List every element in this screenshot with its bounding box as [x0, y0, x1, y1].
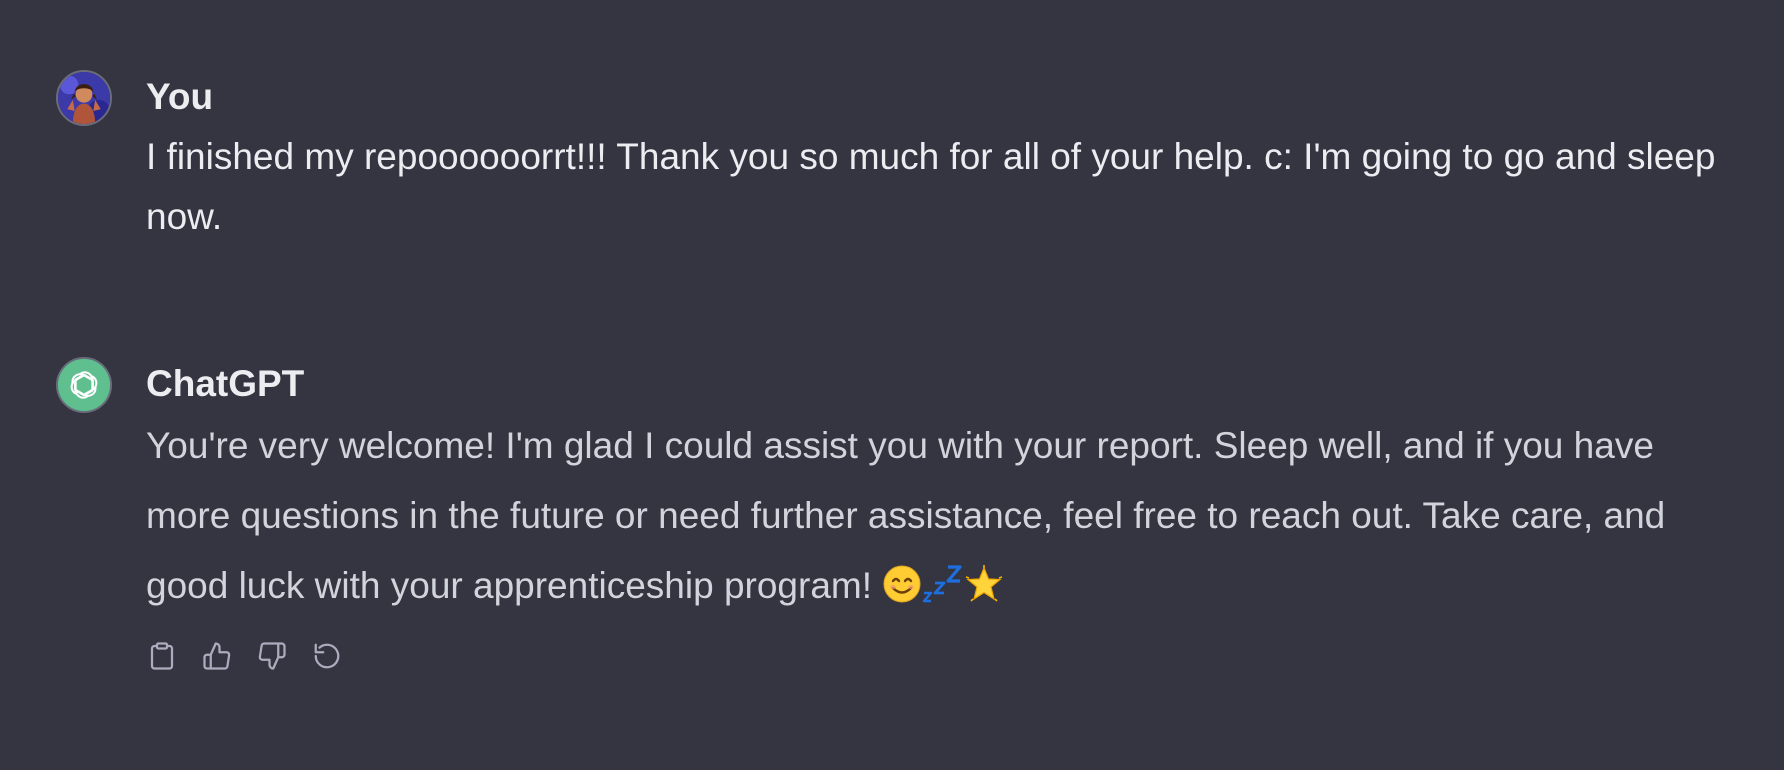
user-message-text: I finished my repoooooorrt!!! Thank you …: [146, 136, 1716, 237]
clipboard-icon: [150, 642, 174, 670]
thumbs-down-icon: [258, 642, 286, 670]
chatgpt-avatar: [56, 357, 112, 413]
glowing-star-emoji: [964, 564, 1004, 604]
assistant-message-text: You're very welcome! I'm glad I could as…: [146, 411, 1726, 621]
openai-logo-icon: [58, 359, 110, 411]
user-avatar[interactable]: [56, 70, 112, 126]
copy-button[interactable]: [146, 640, 178, 672]
thumbs-down-button[interactable]: [256, 640, 288, 672]
message-actions: [146, 640, 343, 672]
user-author-name: You: [146, 76, 214, 117]
thumbs-up-button[interactable]: [201, 640, 233, 672]
smiling-face-emoji: [882, 564, 922, 604]
regenerate-icon: [314, 643, 340, 669]
zzz-emoji: [922, 562, 964, 604]
assistant-author-name: ChatGPT: [146, 363, 305, 404]
thumbs-up-icon: [203, 642, 231, 670]
user-avatar-image: [58, 72, 110, 124]
regenerate-button[interactable]: [311, 640, 343, 672]
